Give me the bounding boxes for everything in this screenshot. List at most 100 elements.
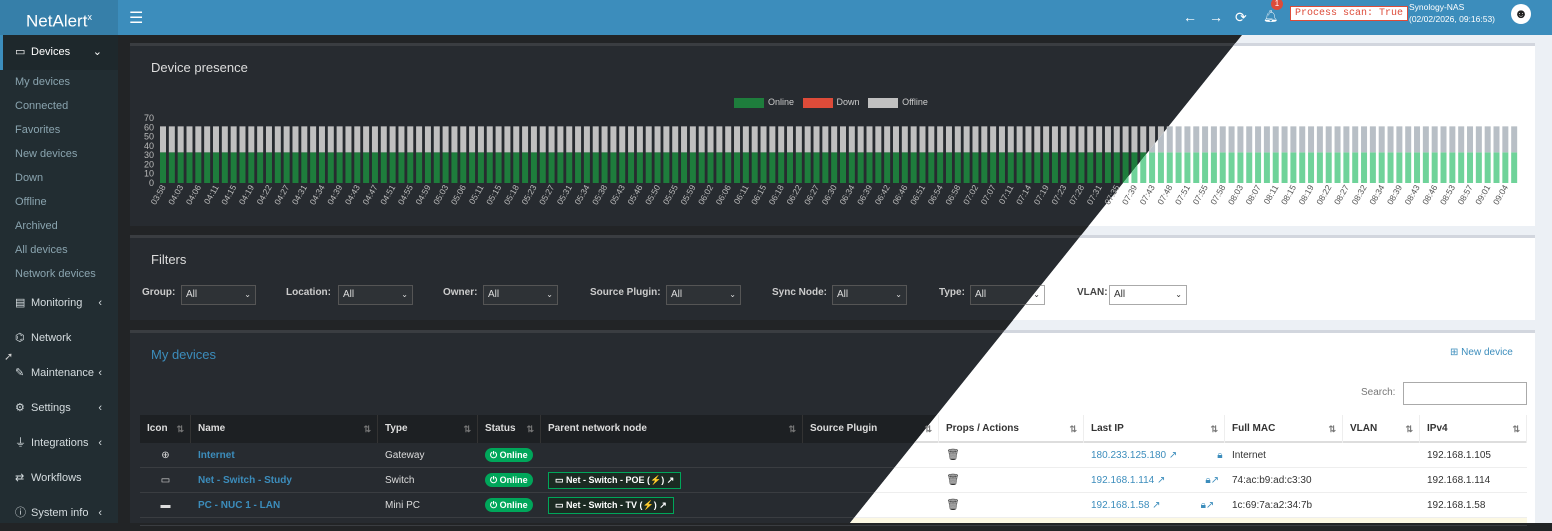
table-row[interactable]: ▬ PC - NUC 1 - LAN Mini PC ⏻ Online ▭ Net - … bbox=[140, 493, 1527, 518]
col-parent-header[interactable]: Parent network node ⇅ bbox=[541, 415, 803, 443]
sidebar-item-monitoring[interactable]: ▤ Monitoring ‹ bbox=[0, 286, 118, 321]
new-device-button[interactable]: ⊞ New device bbox=[1450, 347, 1513, 358]
bar-online bbox=[407, 152, 414, 183]
sidebar-item-workflows[interactable]: ⇄ Workflows bbox=[0, 461, 118, 496]
sidebar-sub-my-devices[interactable]: My devices bbox=[0, 70, 118, 94]
filter-select[interactable]: All ⌄ bbox=[832, 285, 907, 305]
col-props-actions-header[interactable]: Props / Actions ⇅ bbox=[939, 415, 1084, 443]
parent-node-button[interactable]: ▭ Net - Switch - POE (⚡) ↗ bbox=[548, 471, 682, 489]
switch-icon: ▭ bbox=[160, 475, 171, 486]
bell-icon[interactable]: 🔔︎ bbox=[1263, 9, 1278, 23]
sidebar-sub-connected[interactable]: Connected bbox=[0, 94, 118, 118]
lock-icon[interactable]: 🔒︎↗ bbox=[1201, 500, 1215, 511]
y-tick-label: 10 bbox=[144, 169, 154, 179]
trash-icon[interactable]: 🗑︎ bbox=[946, 499, 960, 511]
column-header-label: Icon bbox=[147, 423, 168, 434]
bar-offline bbox=[1122, 126, 1129, 153]
sidebar-item-integrations[interactable]: ⏚ Integrations ‹ bbox=[0, 426, 118, 461]
col-name-header[interactable]: Name ⇅ bbox=[191, 415, 378, 443]
device-name-link[interactable]: PC - NUC 1 - LAN bbox=[191, 493, 378, 518]
wrench-icon: ✎ bbox=[15, 367, 25, 379]
sidebar-sub-offline[interactable]: Offline bbox=[0, 190, 118, 214]
bar-online bbox=[1078, 152, 1085, 183]
sidebar-sub-down[interactable]: Down bbox=[0, 166, 118, 190]
col-source-plugin-header[interactable]: Source Plugin ⇅ bbox=[803, 415, 939, 443]
last-ip-link[interactable]: 192.168.1.58 ↗ 🔒︎↗ bbox=[1084, 493, 1225, 518]
col-full-mac-header[interactable]: Full MAC ⇅ bbox=[1225, 415, 1343, 443]
sidebar-item-system-info[interactable]: ⓘ System info ‹ bbox=[0, 496, 118, 531]
sidebar-sub-all-devices[interactable]: All devices bbox=[0, 238, 118, 262]
filter-select[interactable]: All ⌄ bbox=[1109, 285, 1187, 305]
arrow-right-icon[interactable]: → bbox=[1209, 9, 1223, 25]
bar-offline bbox=[689, 126, 696, 153]
table-row[interactable]: ▭ Net - Switch - Study Switch ⏻ Online ▭ Net… bbox=[140, 468, 1527, 493]
user-avatar-icon[interactable]: ☻ bbox=[1511, 4, 1531, 24]
x-tick-label: 08:32 bbox=[1349, 183, 1368, 207]
bar-offline bbox=[592, 126, 599, 153]
device-name-link[interactable]: Net - Switch - Study bbox=[191, 468, 378, 493]
bar-offline bbox=[769, 126, 776, 153]
col-vlan-header[interactable]: VLAN ⇅ bbox=[1343, 415, 1420, 443]
sidebar-sub-favorites[interactable]: Favorites bbox=[0, 118, 118, 142]
bar-online bbox=[530, 152, 537, 183]
y-tick-label: 0 bbox=[149, 178, 154, 188]
table-row[interactable]: ⊕ Internet Gateway ⏻ Online 🗑︎ 180.233.125.18… bbox=[140, 443, 1527, 486]
parent-node-button[interactable]: ▭ Net - Switch - TV (⚡) ↗ bbox=[548, 496, 674, 514]
last-ip-link[interactable]: 180.233.125.180 ↗ 🔒︎↗ bbox=[1084, 443, 1225, 486]
sidebar-sub-new-devices[interactable]: New devices bbox=[0, 142, 118, 166]
bar-online bbox=[1484, 152, 1491, 183]
device-type: Gateway bbox=[385, 450, 425, 461]
bar-online bbox=[1043, 152, 1050, 183]
bar-offline bbox=[345, 126, 352, 153]
filter-select[interactable]: All ⌄ bbox=[970, 285, 1045, 305]
bar-online bbox=[689, 152, 696, 183]
sidebar-item-devices[interactable]: ▭ Devices ⌄ bbox=[0, 35, 118, 70]
col-type-header[interactable]: Type ⇅ bbox=[378, 415, 478, 443]
device-name-link[interactable]: Internet bbox=[191, 443, 378, 468]
x-tick-label: 06:27 bbox=[802, 183, 821, 207]
bar-offline bbox=[998, 126, 1005, 153]
parent-node-label: Net - Switch - TV (⚡) bbox=[566, 499, 657, 510]
bar-offline bbox=[407, 126, 414, 153]
lock-icon[interactable]: 🔒︎↗ bbox=[1205, 475, 1219, 486]
x-tick-label: 04:27 bbox=[272, 183, 291, 207]
sidebar-item-settings[interactable]: ⚙ Settings ‹ bbox=[0, 391, 118, 426]
filter-select[interactable]: All ⌄ bbox=[338, 285, 413, 305]
bar-online bbox=[380, 152, 387, 183]
bar-offline bbox=[628, 126, 635, 153]
last-ip-link[interactable]: 192.168.1.114 ↗ 🔒︎↗ bbox=[1084, 468, 1225, 493]
sidebar-item-maintenance[interactable]: ✎ Maintenance ‹ bbox=[0, 356, 118, 391]
hamburger-icon[interactable]: ☰ bbox=[129, 8, 143, 28]
bar-online bbox=[848, 152, 855, 183]
vlan-cell bbox=[1343, 493, 1420, 518]
sort-icon: ⇅ bbox=[924, 424, 932, 434]
sidebar-sub-archived[interactable]: Archived bbox=[0, 214, 118, 238]
filter-select[interactable]: All ⌄ bbox=[483, 285, 558, 305]
x-tick-label: 06:15 bbox=[749, 183, 768, 207]
parent-node-label: Net - Switch - POE (⚡) bbox=[566, 474, 665, 485]
filter-select[interactable]: All ⌄ bbox=[181, 285, 256, 305]
search-input[interactable] bbox=[1403, 382, 1527, 405]
col-icon-header[interactable]: Icon ⇅ bbox=[140, 415, 191, 443]
filter-select[interactable]: All ⌄ bbox=[666, 285, 741, 305]
bar-offline bbox=[160, 126, 167, 153]
trash-icon[interactable]: 🗑︎ bbox=[946, 449, 960, 461]
bar-offline bbox=[813, 126, 820, 153]
col-ipv4-header[interactable]: IPv4 ⇅ bbox=[1420, 415, 1527, 443]
bar-online bbox=[318, 152, 325, 183]
bar-offline bbox=[486, 126, 493, 153]
bar-offline bbox=[1458, 126, 1465, 153]
sidebar-item-network[interactable]: ⌬ Network bbox=[0, 321, 118, 356]
app-logo[interactable]: NetAlertx bbox=[0, 0, 118, 35]
refresh-icon[interactable]: ⟳ bbox=[1235, 9, 1247, 26]
bar-offline bbox=[963, 126, 970, 153]
trash-icon[interactable]: 🗑︎ bbox=[946, 474, 960, 486]
col-status-header[interactable]: Status ⇅ bbox=[478, 415, 541, 443]
bar-offline bbox=[248, 126, 255, 153]
table-row[interactable] bbox=[140, 518, 1527, 526]
sidebar-sub-network-devices[interactable]: Network devices bbox=[0, 262, 118, 286]
col-last-ip-header[interactable]: Last IP ⇅ bbox=[1084, 415, 1225, 443]
bar-online bbox=[619, 152, 626, 183]
bar-offline bbox=[734, 126, 741, 153]
arrow-left-icon[interactable]: ← bbox=[1183, 9, 1197, 25]
